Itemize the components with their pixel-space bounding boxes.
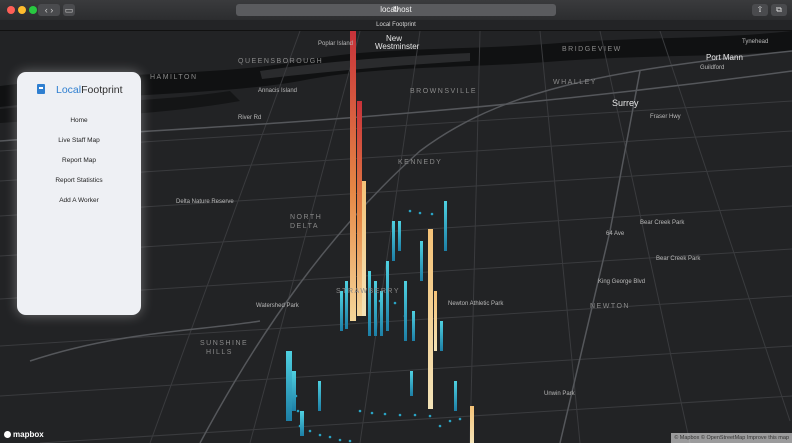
zoom-window-button[interactable]: [29, 6, 37, 14]
mapbox-logo[interactable]: mapbox: [4, 430, 44, 439]
label-hamilton: HAMILTON: [150, 74, 198, 81]
label-queensborough: QUEENSBOROUGH: [238, 58, 324, 65]
label-guildford: Guildford: [700, 65, 725, 71]
bar-cool-14: [444, 201, 447, 251]
bar-cool-10: [398, 221, 401, 251]
bar-cool-8: [386, 261, 389, 331]
bar-warm-1: [362, 181, 366, 316]
sidebar-toggle-button[interactable]: ▭: [63, 4, 75, 16]
label-bear-creek-2: Bear Creek Park: [656, 256, 701, 262]
side-panel: LocalFootprint Home Live Staff Map Repor…: [17, 72, 141, 315]
label-sunshine-1: SUNSHINE: [200, 340, 249, 347]
label-tynehead: Tynehead: [742, 39, 769, 45]
chevron-left-icon[interactable]: ‹: [45, 5, 48, 15]
tab-local-footprint[interactable]: Local Footprint: [0, 20, 792, 30]
label-bridgeview: BRIDGEVIEW: [562, 46, 622, 53]
chevron-right-icon[interactable]: ›: [50, 5, 53, 15]
tabs-overview-button[interactable]: ⧉: [771, 4, 787, 16]
bar-cool-19: [300, 411, 304, 436]
label-whalley: WHALLEY: [553, 79, 597, 86]
label-sunshine-2: HILLS: [206, 349, 233, 356]
label-north-delta-1: NORTH: [290, 214, 323, 221]
brand-title: LocalFootprint: [56, 84, 123, 96]
label-brownsville: BROWNSVILLE: [410, 88, 478, 95]
label-newton: NEWTON: [590, 303, 630, 310]
bar-warm-2: [428, 229, 433, 409]
tabs-icon: ⧉: [776, 5, 782, 14]
label-64-ave: 64 Ave: [606, 231, 625, 237]
back-forward-buttons[interactable]: ‹ ›: [38, 4, 60, 16]
label-surrey: Surrey: [612, 98, 639, 108]
bar-cool-2: [292, 371, 296, 411]
mapbox-icon: [4, 431, 11, 438]
address-bar[interactable]: localhost ↻: [236, 4, 556, 16]
label-river-rd: River Rd: [238, 115, 262, 121]
label-poplar-island: Poplar Island: [318, 41, 354, 47]
bar-hot-2: [357, 101, 362, 316]
tab-bar: Local Footprint: [0, 20, 792, 31]
label-annacis: Annacis Island: [258, 88, 298, 94]
bar-cool-7: [380, 291, 383, 336]
share-button[interactable]: ⇧: [752, 4, 768, 16]
bar-hot-1: [350, 31, 356, 321]
bar-cool-13: [420, 241, 423, 281]
label-north-delta-2: DELTA: [290, 223, 320, 230]
bar-cool-9: [392, 221, 395, 261]
bar-cool-5: [368, 271, 371, 336]
bar-cool-11: [404, 281, 407, 341]
bar-cool-3: [340, 291, 343, 331]
reload-icon[interactable]: ↻: [236, 4, 556, 16]
label-watershed: Watershed Park: [256, 303, 299, 309]
bar-cool-1: [286, 351, 292, 421]
bar-cool-16: [318, 381, 321, 411]
label-unwin: Unwin Park: [544, 391, 575, 397]
map-attribution[interactable]: © Mapbox © OpenStreetMap Improve this ma…: [671, 433, 792, 443]
bar-cool-17: [410, 371, 413, 396]
label-delta-nature: Delta Nature Reserve: [176, 199, 234, 205]
bar-cool-15: [440, 321, 443, 351]
minimize-window-button[interactable]: [18, 6, 26, 14]
browser-toolbar: ‹ › ▭ localhost ↻ ⇧ ⧉: [0, 0, 792, 21]
label-port-mann: Port Mann: [706, 53, 743, 62]
menu-item-live-staff-map[interactable]: Live Staff Map: [17, 137, 141, 144]
bar-warm-3: [434, 291, 437, 351]
bar-cool-18: [454, 381, 457, 411]
bar-cool-12: [412, 311, 415, 341]
menu-item-add-worker[interactable]: Add A Worker: [17, 197, 141, 204]
close-window-button[interactable]: [7, 6, 15, 14]
label-king-george: King George Blvd: [598, 279, 646, 285]
label-new-westminster-2: Westminster: [375, 42, 420, 51]
label-strawberry: STRAWBERRY: [336, 288, 401, 295]
label-newton-park: Newton Athletic Park: [448, 301, 504, 307]
bar-warm-4: [470, 406, 474, 443]
footprint-logo-icon: [37, 84, 45, 94]
menu-item-report-map[interactable]: Report Map: [17, 157, 141, 164]
label-fraser-hwy: Fraser Hwy: [650, 114, 681, 120]
label-bear-creek-1: Bear Creek Park: [640, 220, 685, 226]
label-kennedy: KENNEDY: [398, 159, 443, 166]
menu-item-report-statistics[interactable]: Report Statistics: [17, 177, 141, 184]
share-icon: ⇧: [756, 5, 764, 14]
menu-item-home[interactable]: Home: [17, 117, 141, 124]
sidebar-icon: ▭: [64, 5, 74, 15]
